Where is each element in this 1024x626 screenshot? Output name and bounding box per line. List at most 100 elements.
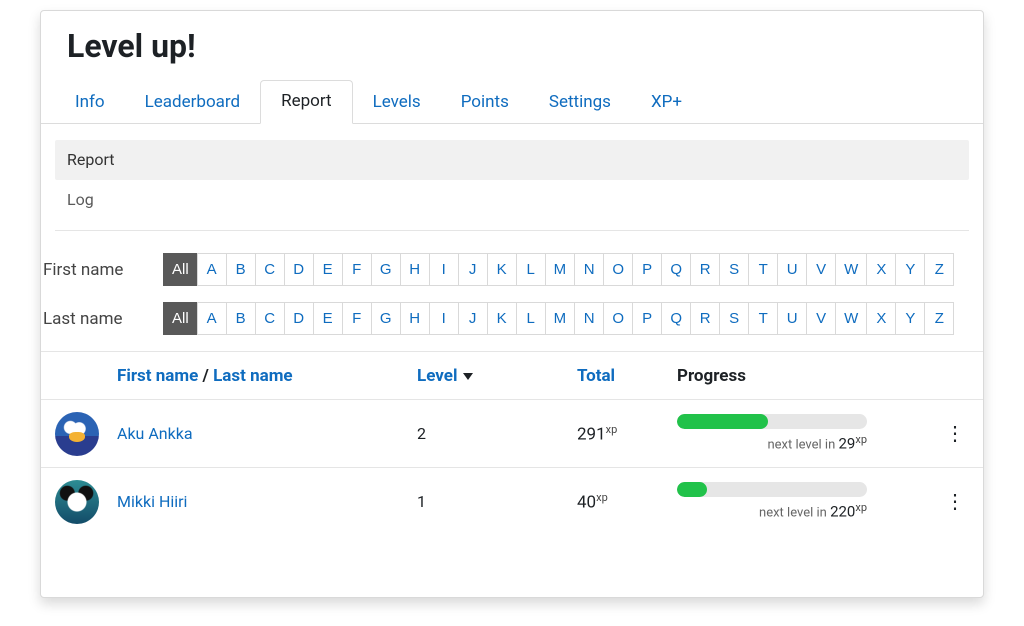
filter-letter-m[interactable]: M xyxy=(545,253,576,286)
filter-letter-d[interactable]: D xyxy=(284,253,314,286)
column-total[interactable]: Total xyxy=(577,366,677,386)
filter-letter-n[interactable]: N xyxy=(574,302,604,335)
filter-letter-a[interactable]: A xyxy=(197,302,227,335)
subnav-log[interactable]: Log xyxy=(55,180,969,220)
filter-last-name-row: Last name AllABCDEFGHIJKLMNOPQRSTUVWXYZ xyxy=(41,302,969,335)
total-value: 40xp xyxy=(577,491,677,512)
filter-letter-g[interactable]: G xyxy=(371,302,401,335)
filter-letter-i[interactable]: I xyxy=(429,253,459,286)
user-link[interactable]: Mikki Hiiri xyxy=(117,492,187,511)
filter-letter-h[interactable]: H xyxy=(400,302,430,335)
filter-letter-p[interactable]: P xyxy=(632,302,662,335)
total-value: 291xp xyxy=(577,423,677,444)
filter-letter-m[interactable]: M xyxy=(545,302,576,335)
table-row: Aku Ankka 2291xpnext level in 29xp⋮ xyxy=(41,399,983,467)
filter-letter-s[interactable]: S xyxy=(719,302,749,335)
user-link[interactable]: Aku Ankka xyxy=(117,424,193,443)
table-header-row: First name / Last name Level Total Progr… xyxy=(41,351,983,399)
filter-letter-z[interactable]: Z xyxy=(924,302,954,335)
filter-letter-x[interactable]: X xyxy=(866,302,896,335)
filter-last-name-letters: AllABCDEFGHIJKLMNOPQRSTUVWXYZ xyxy=(163,302,954,335)
filter-letter-d[interactable]: D xyxy=(284,302,314,335)
filter-letter-r[interactable]: R xyxy=(690,253,720,286)
avatar[interactable] xyxy=(55,412,99,456)
progress-caption: next level in 220xp xyxy=(677,501,867,520)
filter-letter-w[interactable]: W xyxy=(835,302,867,335)
filter-letter-y[interactable]: Y xyxy=(895,302,925,335)
filter-letter-all[interactable]: All xyxy=(163,302,198,335)
filter-letter-s[interactable]: S xyxy=(719,253,749,286)
row-actions-menu-icon[interactable]: ⋮ xyxy=(945,421,965,445)
subnav-report[interactable]: Report xyxy=(55,140,969,180)
level-value: 2 xyxy=(417,424,577,443)
column-level[interactable]: Level xyxy=(417,366,577,386)
divider xyxy=(55,230,969,231)
filter-letter-h[interactable]: H xyxy=(400,253,430,286)
tab-report[interactable]: Report xyxy=(260,80,352,124)
filter-letter-u[interactable]: U xyxy=(777,302,807,335)
filter-letter-j[interactable]: J xyxy=(458,253,488,286)
filter-letter-e[interactable]: E xyxy=(313,302,343,335)
levelup-card: Level up! InfoLeaderboardReportLevelsPoi… xyxy=(40,10,984,598)
column-name[interactable]: First name / Last name xyxy=(117,366,417,386)
sort-desc-icon xyxy=(463,373,473,380)
filter-letter-q[interactable]: Q xyxy=(661,253,691,286)
report-table: First name / Last name Level Total Progr… xyxy=(41,351,983,535)
progress-cell: next level in 29xp xyxy=(677,414,941,452)
page-title: Level up! xyxy=(67,27,983,65)
filter-letter-c[interactable]: C xyxy=(255,253,285,286)
filter-letter-o[interactable]: O xyxy=(603,253,633,286)
filter-letter-c[interactable]: C xyxy=(255,302,285,335)
filter-letter-f[interactable]: F xyxy=(342,253,372,286)
filter-letter-b[interactable]: B xyxy=(226,253,256,286)
progress-cell: next level in 220xp xyxy=(677,482,941,520)
avatar[interactable] xyxy=(55,480,99,524)
filter-letter-f[interactable]: F xyxy=(342,302,372,335)
filter-letter-t[interactable]: T xyxy=(748,302,778,335)
filter-letter-y[interactable]: Y xyxy=(895,253,925,286)
filter-last-label: Last name xyxy=(41,309,163,329)
progress-bar xyxy=(677,414,867,429)
tab-points[interactable]: Points xyxy=(441,82,529,124)
subnav: Report Log xyxy=(55,140,969,231)
filter-letter-a[interactable]: A xyxy=(197,253,227,286)
filter-letter-z[interactable]: Z xyxy=(924,253,954,286)
filter-letter-q[interactable]: Q xyxy=(661,302,691,335)
filter-letter-x[interactable]: X xyxy=(866,253,896,286)
filter-letter-j[interactable]: J xyxy=(458,302,488,335)
filter-letter-u[interactable]: U xyxy=(777,253,807,286)
filter-letter-v[interactable]: V xyxy=(806,302,836,335)
tab-info[interactable]: Info xyxy=(55,82,125,124)
filter-letter-l[interactable]: L xyxy=(516,253,546,286)
filter-letter-all[interactable]: All xyxy=(163,253,198,286)
progress-bar xyxy=(677,482,867,497)
tab-leaderboard[interactable]: Leaderboard xyxy=(125,82,260,124)
filter-letter-t[interactable]: T xyxy=(748,253,778,286)
filter-letter-e[interactable]: E xyxy=(313,253,343,286)
tab-levels[interactable]: Levels xyxy=(353,82,441,124)
tab-settings[interactable]: Settings xyxy=(529,82,631,124)
filter-letter-o[interactable]: O xyxy=(603,302,633,335)
filter-first-name-letters: AllABCDEFGHIJKLMNOPQRSTUVWXYZ xyxy=(163,253,954,286)
filters: First name AllABCDEFGHIJKLMNOPQRSTUVWXYZ… xyxy=(41,253,969,335)
filter-letter-p[interactable]: P xyxy=(632,253,662,286)
filter-letter-w[interactable]: W xyxy=(835,253,867,286)
tab-xp-[interactable]: XP+ xyxy=(631,82,702,124)
sort-level[interactable]: Level xyxy=(417,366,457,386)
filter-letter-g[interactable]: G xyxy=(371,253,401,286)
filter-letter-r[interactable]: R xyxy=(690,302,720,335)
table-row: Mikki Hiiri 140xpnext level in 220xp ⋮ xyxy=(41,467,983,535)
level-value: 1 xyxy=(417,492,577,511)
filter-letter-k[interactable]: K xyxy=(487,253,517,286)
filter-letter-v[interactable]: V xyxy=(806,253,836,286)
filter-first-name-row: First name AllABCDEFGHIJKLMNOPQRSTUVWXYZ xyxy=(41,253,969,286)
row-actions-menu-icon[interactable]: ⋮ xyxy=(945,489,965,513)
filter-letter-n[interactable]: N xyxy=(574,253,604,286)
filter-letter-i[interactable]: I xyxy=(429,302,459,335)
sort-last-name[interactable]: Last name xyxy=(213,366,293,386)
filter-letter-l[interactable]: L xyxy=(516,302,546,335)
sort-first-name[interactable]: First name xyxy=(117,366,198,386)
primary-tabs: InfoLeaderboardReportLevelsPointsSetting… xyxy=(41,79,983,124)
filter-letter-k[interactable]: K xyxy=(487,302,517,335)
filter-letter-b[interactable]: B xyxy=(226,302,256,335)
